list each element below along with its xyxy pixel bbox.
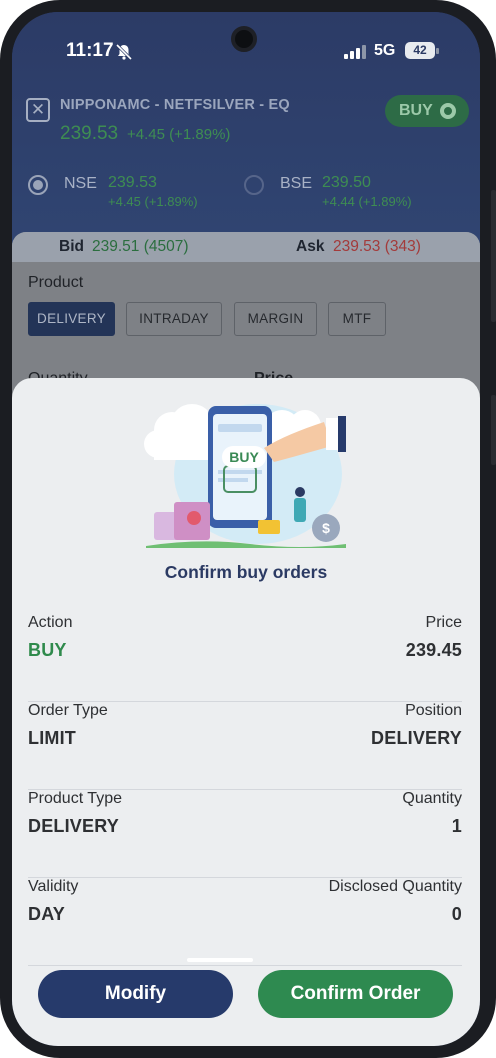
- action-label: Action: [28, 614, 73, 631]
- bid-ask-bar: Bid 239.51 (4507) Ask 239.53 (343): [12, 232, 480, 262]
- nse-change: +4.45 (+1.89%): [108, 194, 198, 209]
- confirm-order-sheet: BUY $ Confirm buy orders Action BUY Pric…: [12, 378, 480, 1046]
- bse-label: BSE: [280, 175, 313, 192]
- instrument-change: +4.45 (+1.89%): [127, 126, 231, 143]
- detail-row-validity: Validity DAY Disclosed Quantity 0: [28, 878, 462, 966]
- detail-row-order-type: Order Type LIMIT Position DELIVERY: [28, 702, 462, 790]
- tab-intraday[interactable]: INTRADAY: [126, 302, 222, 336]
- detail-row-action: Action BUY Price 239.45: [28, 614, 462, 702]
- order-type-label: Order Type: [28, 702, 108, 719]
- sheet-handle[interactable]: [187, 958, 253, 962]
- front-camera: [231, 26, 257, 52]
- illustration-buy-text: BUY: [229, 449, 259, 465]
- nse-price: 239.53: [108, 174, 157, 191]
- confirm-order-button[interactable]: Confirm Order: [258, 970, 453, 1018]
- position-label: Position: [405, 702, 462, 719]
- bid-value: 239.51 (4507): [92, 238, 189, 255]
- instrument-price: 239.53: [60, 123, 119, 144]
- signal-icon: [344, 45, 366, 59]
- buy-sell-toggle[interactable]: BUY: [385, 95, 469, 127]
- sheet-title: Confirm buy orders: [164, 562, 328, 582]
- volume-button: [491, 395, 496, 465]
- quantity-detail-label: Quantity: [402, 790, 462, 807]
- instrument-name: NIPPONAMC - NETFSILVER - EQ: [60, 97, 290, 113]
- screen: 11:17 5G 42 ✕ NIPPONAMC - NETFSILVER - E…: [12, 12, 480, 1046]
- phone-frame: 11:17 5G 42 ✕ NIPPONAMC - NETFSILVER - E…: [0, 0, 496, 1058]
- nse-radio[interactable]: [28, 175, 48, 195]
- buy-order-illustration: BUY $: [144, 404, 346, 548]
- toggle-knob-icon: [440, 103, 456, 119]
- tab-delivery[interactable]: DELIVERY: [28, 302, 115, 336]
- disclosed-quantity-label: Disclosed Quantity: [328, 878, 462, 895]
- close-icon[interactable]: ✕: [26, 98, 50, 122]
- buy-toggle-label: BUY: [399, 102, 433, 119]
- ask-value: 239.53 (343): [333, 238, 421, 255]
- network-type: 5G: [374, 42, 396, 59]
- battery-cap: [436, 48, 439, 54]
- product-type-value: DELIVERY: [28, 816, 119, 836]
- price-detail-value: 239.45: [405, 640, 462, 660]
- battery-icon: 42: [405, 42, 435, 59]
- bid-label: Bid: [59, 238, 84, 255]
- validity-value: DAY: [28, 904, 65, 924]
- position-value: DELIVERY: [371, 728, 462, 748]
- product-type-label: Product Type: [28, 790, 122, 807]
- bse-radio[interactable]: [244, 175, 264, 195]
- svg-text:$: $: [322, 520, 330, 536]
- validity-label: Validity: [28, 878, 79, 895]
- price-detail-label: Price: [425, 614, 462, 631]
- modify-button[interactable]: Modify: [38, 970, 233, 1018]
- order-header: 11:17 5G 42 ✕ NIPPONAMC - NETFSILVER - E…: [12, 12, 480, 252]
- divider: [28, 965, 462, 966]
- tab-mtf[interactable]: MTF: [328, 302, 386, 336]
- ask-label: Ask: [296, 238, 325, 255]
- quantity-detail-value: 1: [451, 816, 462, 836]
- power-button: [491, 190, 496, 322]
- nse-label: NSE: [64, 175, 97, 192]
- product-label: Product: [28, 274, 84, 291]
- tab-margin[interactable]: MARGIN: [234, 302, 317, 336]
- bse-change: +4.44 (+1.89%): [322, 194, 412, 209]
- action-value: BUY: [28, 640, 67, 660]
- detail-row-product-type: Product Type DELIVERY Quantity 1: [28, 790, 462, 878]
- order-type-value: LIMIT: [28, 728, 76, 748]
- bse-price: 239.50: [322, 174, 371, 191]
- status-time: 11:17: [66, 40, 114, 61]
- bell-muted-icon: [115, 43, 133, 61]
- disclosed-quantity-value: 0: [451, 904, 462, 924]
